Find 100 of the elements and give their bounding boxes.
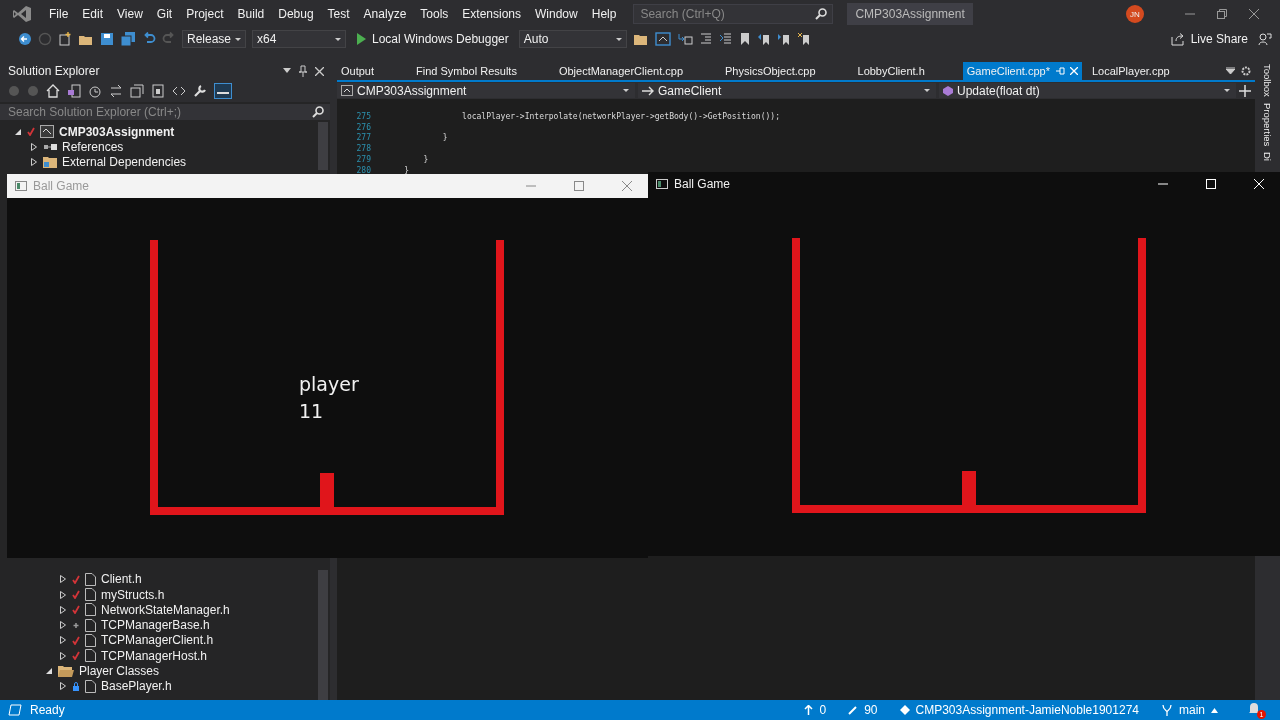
editor-tab[interactable]: PhysicsObject.cpp xyxy=(721,62,820,80)
indent-icon[interactable] xyxy=(698,32,713,46)
push-count[interactable]: 0 xyxy=(804,703,827,717)
next-bookmark-icon[interactable] xyxy=(776,32,791,46)
folder-search-icon[interactable] xyxy=(632,32,649,46)
tree-item[interactable]: BasePlayer.h xyxy=(0,678,316,694)
dropdown-icon[interactable] xyxy=(283,68,291,74)
menu-item[interactable]: Window xyxy=(528,7,585,21)
files-icon[interactable] xyxy=(151,84,165,98)
solution-search-field[interactable]: Search Solution Explorer (Ctrl+;) xyxy=(0,104,330,120)
configuration-dropdown[interactable]: Release xyxy=(182,30,246,48)
file-icon xyxy=(85,679,96,693)
menu-item[interactable]: Edit xyxy=(75,7,111,21)
wrench-icon[interactable] xyxy=(193,84,207,98)
clear-bookmarks-icon[interactable] xyxy=(796,32,811,46)
changes-count[interactable]: 90 xyxy=(848,703,878,717)
menu-item[interactable]: Help xyxy=(584,7,624,21)
side-tab[interactable]: Toolbox xyxy=(1262,64,1273,97)
menu-item[interactable]: View xyxy=(110,7,150,21)
tree-item[interactable]: References xyxy=(0,139,316,155)
tree-item[interactable]: TCPManagerClient.h xyxy=(0,632,316,649)
scrollbar-track[interactable] xyxy=(318,122,328,170)
preview-icon[interactable] xyxy=(214,83,232,99)
folder-icon xyxy=(58,665,74,678)
close-icon[interactable] xyxy=(315,66,324,76)
browser-icon[interactable] xyxy=(654,32,671,46)
previous-bookmark-icon[interactable] xyxy=(756,32,771,46)
search-field[interactable]: Search (Ctrl+Q) xyxy=(633,4,834,24)
tree-item[interactable]: TCPManagerHost.h xyxy=(0,648,316,664)
user-avatar[interactable]: JN xyxy=(1126,5,1144,23)
feedback-icon[interactable] xyxy=(1258,32,1272,46)
sync-icon[interactable] xyxy=(109,84,123,98)
player-block xyxy=(320,473,334,509)
play-icon xyxy=(356,33,366,45)
step-icon[interactable] xyxy=(676,32,693,46)
split-icon[interactable] xyxy=(1239,84,1251,97)
new-item-icon[interactable] xyxy=(58,32,72,46)
tab-list-icon[interactable] xyxy=(1226,67,1235,75)
repository-item[interactable]: CMP303Assignment-JamieNoble1901274 xyxy=(899,703,1139,717)
switch-views-icon[interactable] xyxy=(67,84,81,98)
pin-icon[interactable] xyxy=(299,65,307,77)
tree-item[interactable]: TCPManagerBase.h xyxy=(0,617,316,633)
history-icon[interactable] xyxy=(88,84,102,98)
output-icon xyxy=(8,704,22,716)
menu-item[interactable]: Debug xyxy=(271,7,321,21)
editor-tab[interactable]: LocalPlayer.cpp xyxy=(1087,62,1174,80)
expanded-arrow-icon[interactable] xyxy=(14,127,22,136)
side-tab[interactable]: Di xyxy=(1262,152,1273,162)
comment-icon[interactable] xyxy=(718,32,733,46)
code-icon[interactable] xyxy=(172,84,186,98)
mode-dropdown[interactable]: Auto xyxy=(518,30,627,48)
collapsed-arrow-icon[interactable] xyxy=(59,682,67,691)
restore-icon[interactable] xyxy=(1216,8,1228,20)
share-icon xyxy=(1170,32,1185,46)
window-icon xyxy=(15,181,27,191)
menu-item[interactable]: Build xyxy=(230,7,272,21)
member-dropdown[interactable]: Update(float dt) xyxy=(939,83,1236,98)
tree-item[interactable]: Player Classes xyxy=(0,663,316,679)
editor-tab[interactable]: Find Symbol Results xyxy=(412,62,521,80)
settings-icon[interactable] xyxy=(1241,66,1251,76)
back-icon[interactable] xyxy=(18,32,32,46)
run-button[interactable]: Local Windows Debugger xyxy=(352,32,513,46)
collapsed-arrow-icon[interactable] xyxy=(30,158,38,167)
home-icon[interactable] xyxy=(46,84,60,98)
save-all-icon[interactable] xyxy=(120,32,136,46)
app-logo-icon xyxy=(12,5,32,23)
editor-tab[interactable]: Output xyxy=(337,62,379,80)
menu-item[interactable]: File xyxy=(42,7,76,21)
window-title: Ball Game xyxy=(33,179,90,193)
undo-icon[interactable] xyxy=(142,32,156,46)
tree-item[interactable]: NetworkStateManager.h xyxy=(0,602,316,618)
platform-dropdown[interactable]: x64 xyxy=(252,30,346,48)
menu-item[interactable]: Test xyxy=(320,7,357,21)
menu-item[interactable]: Tools xyxy=(413,7,456,21)
scrollbar-track[interactable] xyxy=(318,569,328,700)
bookmark-icon[interactable] xyxy=(738,32,751,46)
expanded-arrow-icon[interactable] xyxy=(45,667,53,676)
type-dropdown[interactable]: GameClient xyxy=(638,83,936,98)
cube-icon xyxy=(943,85,953,96)
tree-item[interactable]: Client.h xyxy=(0,571,316,587)
tree-item[interactable]: External Dependencies xyxy=(0,154,316,170)
menu-item[interactable]: Analyze xyxy=(356,7,414,21)
status-text: Ready xyxy=(30,703,65,717)
side-tab[interactable]: Properties xyxy=(1262,102,1273,147)
menu-item[interactable]: Git xyxy=(149,7,180,21)
collapse-icon[interactable] xyxy=(130,84,144,98)
player-label: player 11 xyxy=(299,372,359,424)
references-icon xyxy=(43,141,57,152)
tree-item[interactable]: myStructs.h xyxy=(0,586,316,603)
menu-item[interactable]: Project xyxy=(179,7,231,21)
branch-item[interactable]: main xyxy=(1161,703,1218,717)
project-dropdown[interactable]: CMP303Assignment xyxy=(337,83,635,98)
editor-tab[interactable]: LobbyClient.h xyxy=(853,62,929,80)
collapsed-arrow-icon[interactable] xyxy=(30,142,38,151)
line-number: 280 xyxy=(355,165,372,175)
live-share-button[interactable]: Live Share xyxy=(1166,32,1252,46)
editor-tab[interactable]: ObjectManagerClient.cpp xyxy=(554,62,688,80)
tree-item[interactable]: CMP303Assignment xyxy=(0,124,316,140)
menu-item[interactable]: Extensions xyxy=(455,7,529,21)
save-icon[interactable] xyxy=(100,32,114,46)
